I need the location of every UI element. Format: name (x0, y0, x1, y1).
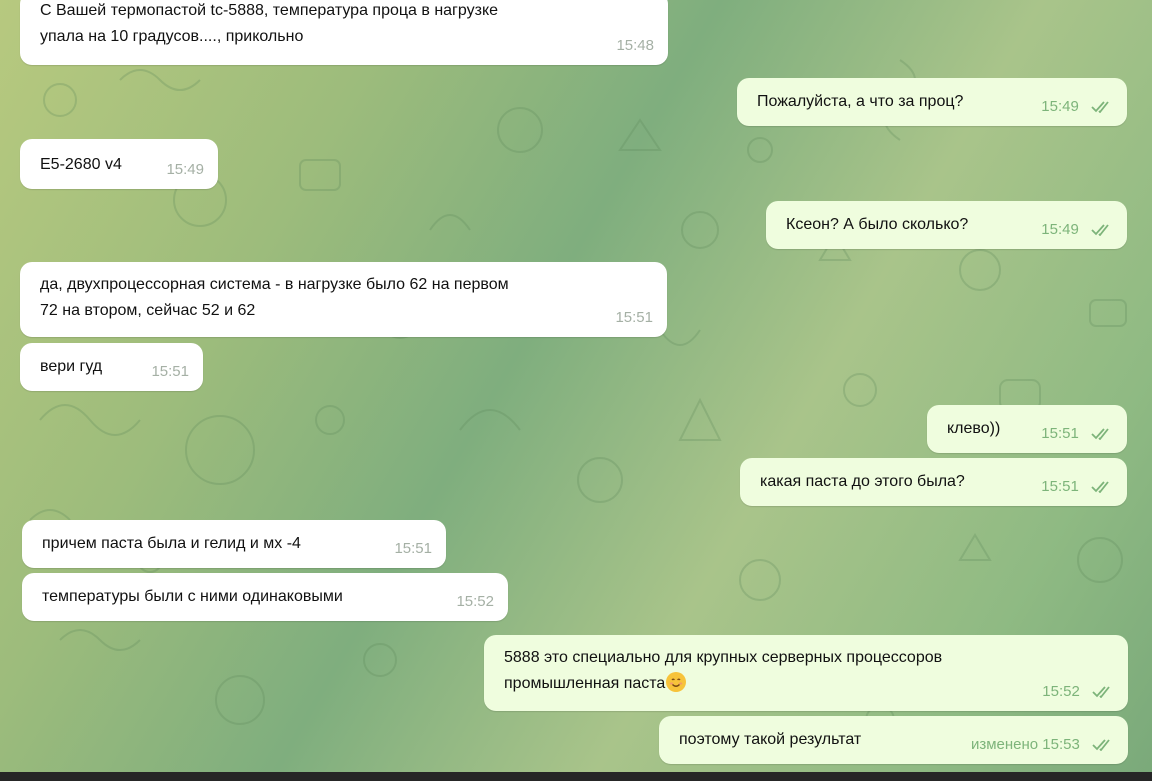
message-time: 15:49 (166, 161, 204, 178)
message-time: 15:53 (1042, 736, 1080, 753)
double-check-icon (1091, 101, 1109, 114)
message-incoming[interactable]: С Вашей термопастой tc-5888, температура… (20, 0, 668, 65)
message-meta: 15:48 (616, 33, 654, 59)
message-time: 15:52 (456, 593, 494, 610)
message-text-line: 72 на втором, сейчас 52 и 62 (40, 302, 256, 319)
message-meta: 15:51 (615, 305, 653, 331)
double-check-icon (1091, 224, 1109, 237)
edited-label: изменено (970, 736, 1039, 753)
bottom-bar (0, 772, 1152, 781)
message-outgoing[interactable]: 5888 это специально для крупных серверны… (484, 635, 1128, 711)
message-meta: 15:51 (1041, 474, 1113, 500)
message-outgoing[interactable]: клево)) 15:51 (927, 405, 1127, 453)
message-meta: 15:51 (394, 536, 432, 562)
message-outgoing[interactable]: какая паста до этого была? 15:51 (740, 458, 1127, 506)
message-time: 15:51 (615, 309, 653, 326)
message-incoming[interactable]: температуры были с ними одинаковыми 15:5… (22, 573, 508, 621)
message-meta: 15:52 (1042, 679, 1114, 705)
message-meta: 15:51 (1041, 421, 1113, 447)
message-outgoing[interactable]: поэтому такой результат изменено 15:53 (659, 716, 1128, 764)
message-text-line-with-emoji: промышленная паста (504, 671, 1110, 697)
double-check-icon (1092, 739, 1110, 752)
double-check-icon (1092, 686, 1110, 699)
message-incoming[interactable]: E5-2680 v4 15:49 (20, 139, 218, 189)
message-text-line: упала на 10 градусов...., прикольно (40, 28, 304, 45)
message-time: 15:51 (151, 363, 189, 380)
message-time: 15:51 (394, 540, 432, 557)
message-outgoing[interactable]: Пожалуйста, а что за проц? 15:49 (737, 78, 1127, 126)
message-time: 15:48 (616, 37, 654, 54)
message-time: 15:49 (1041, 98, 1079, 115)
message-text-line: да, двухпроцессорная система - в нагрузк… (40, 276, 509, 293)
message-time: 15:49 (1041, 221, 1079, 238)
message-incoming[interactable]: вери гуд 15:51 (20, 343, 203, 391)
message-text-line: С Вашей термопастой tc-5888, температура… (40, 2, 499, 19)
smiling-face-emoji (666, 672, 687, 692)
message-time: 15:51 (1041, 425, 1079, 442)
chat-area[interactable]: С Вашей термопастой tc-5888, температура… (0, 0, 1152, 772)
double-check-icon (1091, 481, 1109, 494)
message-text-line: 5888 это специально для крупных серверны… (504, 649, 943, 666)
message-meta: изменено 15:53 (971, 732, 1114, 758)
message-time: 15:52 (1042, 683, 1080, 700)
message-text-line: промышленная паста (504, 675, 666, 692)
message-incoming[interactable]: да, двухпроцессорная система - в нагрузк… (20, 262, 667, 337)
message-text: температуры были с ними одинаковыми (42, 588, 343, 605)
message-meta: 15:49 (1041, 217, 1113, 243)
message-meta: 15:49 (166, 157, 204, 183)
message-meta: 15:51 (151, 359, 189, 385)
message-meta: 15:49 (1041, 94, 1113, 120)
message-time: 15:51 (1041, 478, 1079, 495)
double-check-icon (1091, 428, 1109, 441)
message-meta: 15:52 (456, 589, 494, 615)
message-incoming[interactable]: причем паста была и гелид и мх -4 15:51 (22, 520, 446, 568)
message-text: причем паста была и гелид и мх -4 (42, 535, 301, 552)
message-outgoing[interactable]: Ксеон? А было сколько? 15:49 (766, 201, 1127, 249)
